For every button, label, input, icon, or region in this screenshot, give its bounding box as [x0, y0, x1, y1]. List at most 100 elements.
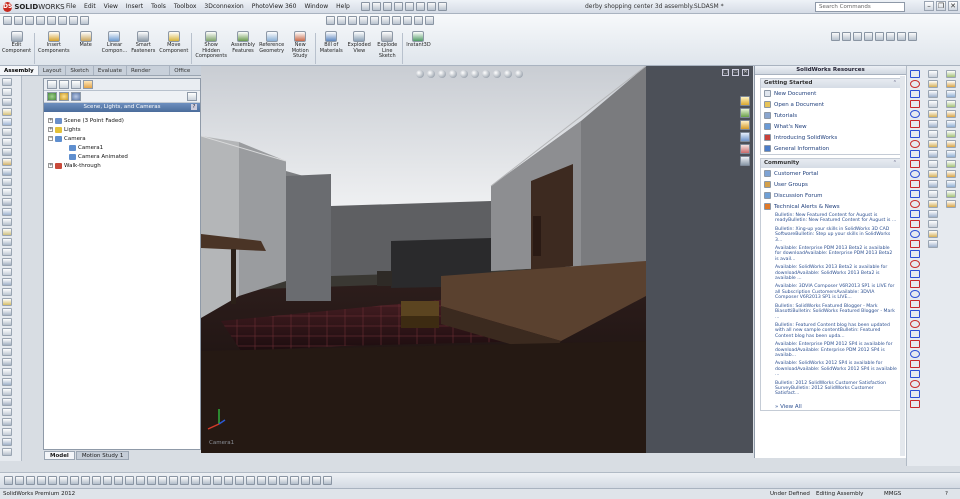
news-item[interactable]: Available: Enterprise PDM 2012 SP4 is av… [775, 342, 897, 358]
right-tool-icon[interactable] [946, 140, 956, 148]
right-tool-icon[interactable] [928, 70, 938, 78]
menu-file[interactable]: File [62, 3, 80, 10]
bottom-tool-icon[interactable] [26, 476, 35, 485]
viewport-split-icon[interactable]: ▭ [732, 69, 739, 76]
bottom-tool-icon[interactable] [290, 476, 299, 485]
reference-geometry-button[interactable]: Reference Geometry [257, 31, 286, 66]
left-tool-icon[interactable] [2, 258, 12, 266]
assembly-features-button[interactable]: Assembly Features [229, 31, 257, 66]
new-motion-study-button[interactable]: New Motion Study [286, 31, 314, 66]
bottom-tool-icon[interactable] [158, 476, 167, 485]
bottom-tool-icon[interactable] [48, 476, 57, 485]
tab-sketch[interactable]: Sketch [66, 66, 94, 75]
right-tool-icon[interactable] [946, 90, 956, 98]
exploded-view-button[interactable]: Exploded View [345, 31, 373, 66]
right-tool-icon[interactable] [946, 190, 956, 198]
menu-insert[interactable]: Insert [122, 3, 147, 10]
panel-expand-icon[interactable] [187, 92, 197, 101]
left-tool-icon[interactable] [2, 398, 12, 406]
view-settings-icon[interactable] [414, 16, 423, 25]
right-tool-icon[interactable] [928, 200, 938, 208]
menu-help[interactable]: Help [332, 3, 354, 10]
bottom-tool-icon[interactable] [202, 476, 211, 485]
bottom-tool-icon[interactable] [37, 476, 46, 485]
right-tool-icon[interactable] [910, 310, 920, 318]
news-item[interactable]: Bulletin: New Featured Content for Augus… [775, 213, 897, 224]
bottom-tool-icon[interactable] [246, 476, 255, 485]
view-palette-tab-icon[interactable] [740, 132, 750, 142]
left-tool-icon[interactable] [2, 358, 12, 366]
tab-render-tools[interactable]: Render Tools [127, 66, 171, 84]
right-tool-icon[interactable] [946, 160, 956, 168]
status-help-icon[interactable]: ? [945, 489, 948, 499]
right-tool-icon[interactable] [910, 230, 920, 238]
bottom-tool-icon[interactable] [15, 476, 24, 485]
left-tool-icon[interactable] [2, 128, 12, 136]
right-tool-icon[interactable] [928, 180, 938, 188]
bottom-tool-icon[interactable] [268, 476, 277, 485]
left-tool-icon[interactable] [2, 98, 12, 106]
right-tool-icon[interactable] [928, 140, 938, 148]
left-tool-icon[interactable] [2, 228, 12, 236]
right-tool-icon[interactable] [928, 100, 938, 108]
view-settings-icon[interactable] [515, 70, 523, 78]
right-tool-icon[interactable] [910, 320, 920, 328]
menu-3dconnexion[interactable]: 3Dconnexion [200, 3, 247, 10]
bottom-tool-icon[interactable] [323, 476, 332, 485]
view-all-link[interactable]: » View All [761, 404, 900, 410]
right-tool-icon[interactable] [946, 130, 956, 138]
left-tool-icon[interactable] [2, 408, 12, 416]
bottom-tool-icon[interactable] [169, 476, 178, 485]
scene-icon[interactable] [403, 16, 412, 25]
right-tool-icon[interactable] [910, 180, 920, 188]
tree-item-camera1[interactable]: Camera1 [48, 143, 200, 152]
appearance-icon[interactable] [25, 16, 34, 25]
right-tool-icon[interactable] [946, 70, 956, 78]
tab-model[interactable]: Model [44, 451, 75, 460]
mate-button[interactable]: Mate [72, 31, 100, 66]
bottom-tool-icon[interactable] [213, 476, 222, 485]
close-icon[interactable]: ✕ [948, 1, 958, 11]
left-tool-icon[interactable] [2, 138, 12, 146]
left-tool-icon[interactable] [2, 178, 12, 186]
expand-toggle-icon[interactable]: + [48, 118, 53, 123]
bottom-tool-icon[interactable] [81, 476, 90, 485]
new-file-icon[interactable] [360, 2, 370, 11]
sketch-tool-icon[interactable] [47, 16, 56, 25]
left-tool-icon[interactable] [2, 218, 12, 226]
left-tool-icon[interactable] [2, 88, 12, 96]
zoom-to-area-icon[interactable] [427, 70, 435, 78]
tab-assembly[interactable]: Assembly [0, 66, 39, 75]
bottom-tool-icon[interactable] [312, 476, 321, 485]
left-tool-icon[interactable] [2, 308, 12, 316]
bottom-tool-icon[interactable] [70, 476, 79, 485]
menu-edit[interactable]: Edit [80, 3, 100, 10]
rebuild-icon[interactable] [426, 2, 436, 11]
left-tool-icon[interactable] [2, 388, 12, 396]
bottom-tool-icon[interactable] [4, 476, 13, 485]
search-commands-input[interactable]: Search Commands [815, 2, 905, 12]
left-tool-icon[interactable] [2, 368, 12, 376]
file-explorer-tab-icon[interactable] [740, 120, 750, 130]
zoom-area-icon[interactable] [337, 16, 346, 25]
right-tool-icon[interactable] [928, 150, 938, 158]
property-manager-tab-icon[interactable] [59, 80, 69, 89]
right-tool-icon[interactable] [928, 110, 938, 118]
menu-window[interactable]: Window [300, 3, 332, 10]
right-tool-icon[interactable] [910, 200, 920, 208]
right-tool-icon[interactable] [928, 190, 938, 198]
right-tool-icon[interactable] [910, 130, 920, 138]
resource-link-introducing-solidworks[interactable]: Introducing SolidWorks [761, 132, 900, 143]
dimension-icon[interactable] [58, 16, 67, 25]
expand-toggle-icon[interactable]: − [48, 136, 53, 141]
left-tool-icon[interactable] [2, 118, 12, 126]
resources-scrollbar[interactable] [900, 76, 905, 456]
resource-link-customer-portal[interactable]: Customer Portal [761, 168, 900, 179]
left-tool-icon[interactable] [2, 428, 12, 436]
menu-photoview-360[interactable]: PhotoView 360 [248, 3, 301, 10]
right-tool-icon[interactable] [910, 340, 920, 348]
custom-properties-tab-icon[interactable] [740, 156, 750, 166]
pan-icon[interactable] [359, 16, 368, 25]
display-style-icon[interactable] [471, 70, 479, 78]
section-view-icon[interactable] [449, 70, 457, 78]
